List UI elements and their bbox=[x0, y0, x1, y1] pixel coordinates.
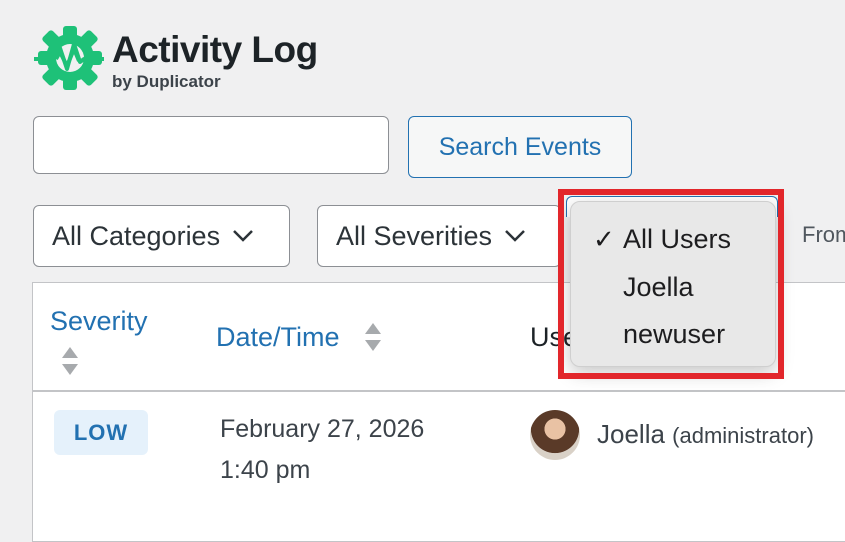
dropdown-option-all-users[interactable]: ✓ All Users bbox=[571, 216, 775, 262]
app-title: Activity Log bbox=[112, 29, 318, 70]
severity-select[interactable]: All Severities bbox=[317, 205, 561, 267]
dropdown-option-label: newuser bbox=[623, 318, 726, 349]
user-avatar bbox=[530, 410, 580, 460]
checkmark-icon: ✓ bbox=[593, 223, 615, 254]
event-user: Joella (administrator) bbox=[597, 419, 814, 450]
from-date-label: From bbox=[802, 222, 845, 247]
dropdown-option-joella[interactable]: Joella bbox=[571, 264, 775, 310]
search-events-button[interactable]: Search Events bbox=[408, 116, 632, 178]
sort-icon[interactable] bbox=[61, 345, 79, 377]
chevron-down-icon bbox=[233, 230, 253, 242]
search-input[interactable] bbox=[33, 116, 389, 174]
activity-log-logo-icon bbox=[34, 26, 104, 90]
column-header-datetime[interactable]: Date/Time bbox=[216, 322, 340, 353]
table-header-divider bbox=[33, 390, 845, 392]
sort-icon[interactable] bbox=[364, 321, 382, 353]
dropdown-option-newuser[interactable]: newuser bbox=[571, 311, 775, 357]
category-select-value: All Categories bbox=[52, 220, 221, 251]
severity-select-value: All Severities bbox=[336, 220, 493, 251]
severity-badge: LOW bbox=[54, 410, 148, 455]
category-select[interactable]: All Categories bbox=[33, 205, 290, 267]
app-subtitle: by Duplicator bbox=[112, 72, 221, 91]
chevron-down-icon bbox=[505, 230, 525, 242]
dropdown-option-label: All Users bbox=[623, 223, 732, 254]
user-role: (administrator) bbox=[672, 423, 814, 448]
event-time: 1:40 pm bbox=[220, 456, 311, 484]
dropdown-option-label: Joella bbox=[623, 271, 694, 302]
user-name: Joella bbox=[597, 419, 665, 449]
column-header-severity[interactable]: Severity bbox=[50, 306, 148, 337]
user-dropdown-menu: ✓ All Users Joella newuser bbox=[570, 201, 776, 367]
event-date: February 27, 2026 bbox=[220, 415, 425, 443]
